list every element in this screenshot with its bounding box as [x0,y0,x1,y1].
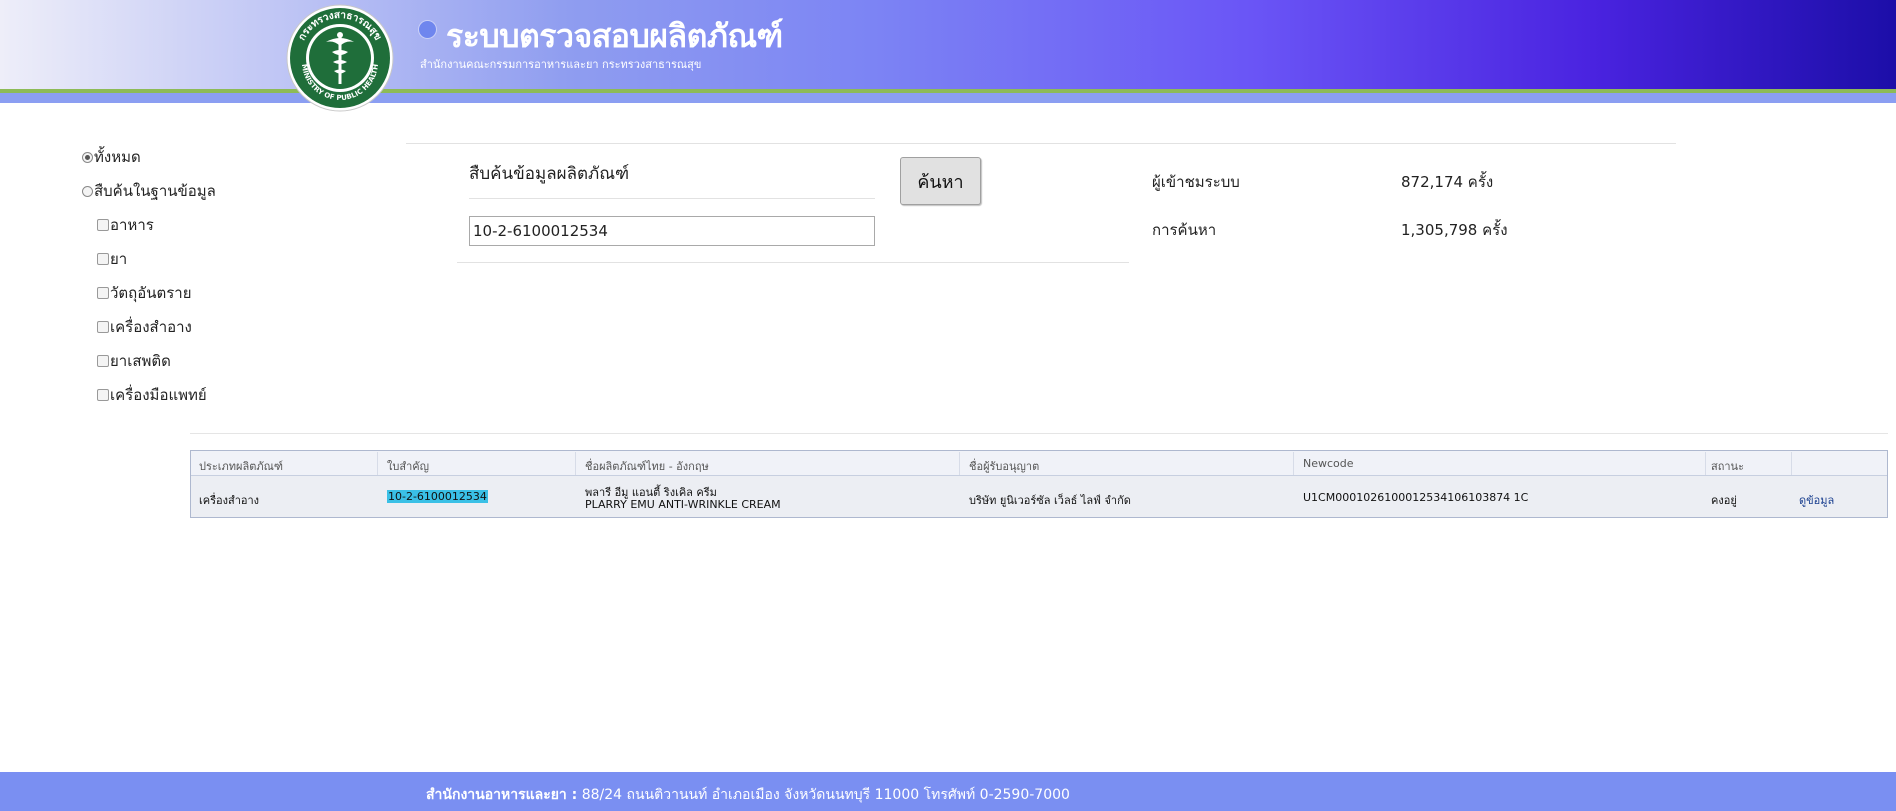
column-divider [959,452,960,475]
ministry-logo: กระทรวงสาธารณสุข MINISTRY OF PUBLIC HEAL… [286,4,394,112]
radio-all-label: ทั้งหมด [94,148,141,166]
search-bottom-divider [457,262,1129,263]
results-table: ประเภทผลิตภัณฑ์ ใบสำคัญ ชื่อผลิตภัณฑ์ไทย… [190,450,1888,518]
checkbox-cosmetics[interactable]: เครื่องสำอาง [97,315,192,339]
column-divider [1791,452,1792,475]
checkbox-drug[interactable]: ยา [97,247,127,271]
checkbox-hazardous-label: วัตถุอันตราย [110,284,192,302]
page-subtitle: สำนักงานคณะกรรมการอาหารและยา กระทรวงสาธา… [420,58,702,71]
column-header-status: สถานะ [1711,460,1744,473]
checkbox-food-label: อาหาร [110,216,154,234]
radio-database[interactable] [82,185,93,197]
column-header-licensee: ชื่อผู้รับอนุญาต [969,460,1040,473]
results-table-header: ประเภทผลิตภัณฑ์ ใบสำคัญ ชื่อผลิตภัณฑ์ไทย… [191,451,1887,476]
column-header-product-name: ชื่อผลิตภัณฑ์ไทย - อังกฤษ [585,460,709,473]
cell-status: คงอยู่ [1711,494,1737,507]
checkbox-medical-devices-box[interactable] [97,389,109,401]
checkbox-medical-devices-label: เครื่องมือแพทย์ [110,386,207,404]
radio-option-database[interactable]: สืบค้นในฐานข้อมูล [82,179,216,203]
checkbox-hazardous[interactable]: วัตถุอันตราย [97,281,192,305]
results-divider [190,433,1888,434]
checkbox-cosmetics-label: เครื่องสำอาง [110,318,192,336]
column-divider [575,452,576,475]
visitors-label: ผู้เข้าชมระบบ [1152,173,1240,191]
checkbox-narcotics-label: ยาเสพติด [110,352,171,370]
checkbox-drug-box[interactable] [97,253,109,265]
visitors-value: 872,174 ครั้ง [1401,173,1494,191]
cell-type: เครื่องสำอาง [199,494,260,507]
footer-org: สำนักงานอาหารและยา : [426,787,578,803]
cell-license: 10-2-6100012534 [387,490,488,503]
footer: สำนักงานอาหารและยา : 88/24 ถนนติวานนท์ อ… [0,772,1896,811]
search-button[interactable]: ค้นหา [900,157,981,205]
footer-address: 88/24 ถนนติวานนท์ อำเภอเมือง จังหวัดนนทบ… [581,787,1070,803]
checkbox-drug-label: ยา [110,250,128,268]
radio-all[interactable] [82,151,93,163]
header-banner [0,0,1896,90]
radio-option-all[interactable]: ทั้งหมด [82,145,141,169]
radio-database-label: สืบค้นในฐานข้อมูล [94,182,216,200]
search-title: สืบค้นข้อมูลผลิตภัณฑ์ [469,164,630,184]
checkbox-narcotics[interactable]: ยาเสพติด [97,349,171,373]
cell-licensee: บริษัท ยูนิเวอร์ซัล เว็ลธ์ ไลฟ์ จำกัด [969,494,1131,507]
column-divider [1705,452,1706,475]
checkbox-medical-devices[interactable]: เครื่องมือแพทย์ [97,383,207,407]
checkbox-cosmetics-box[interactable] [97,321,109,333]
view-details-link[interactable]: ดูข้อมูล [1799,491,1834,509]
title-bullet-icon [419,21,436,38]
column-divider [377,452,378,475]
column-divider [1293,452,1294,475]
checkbox-food-box[interactable] [97,219,109,231]
checkbox-narcotics-box[interactable] [97,355,109,367]
page: กระทรวงสาธารณสุข MINISTRY OF PUBLIC HEAL… [0,0,1896,811]
cell-name-en: PLARRY EMU ANTI-WRINKLE CREAM [585,498,781,511]
column-header-license: ใบสำคัญ [387,460,429,473]
column-header-newcode: Newcode [1303,457,1354,470]
checkbox-hazardous-box[interactable] [97,287,109,299]
search-input[interactable] [469,216,875,246]
footer-text: สำนักงานอาหารและยา : 88/24 ถนนติวานนท์ อ… [426,784,1070,806]
search-title-divider [469,198,875,199]
searches-value: 1,305,798 ครั้ง [1401,221,1508,239]
search-section-divider [406,143,1676,144]
header-divider-blue [0,93,1896,103]
checkbox-food[interactable]: อาหาร [97,213,154,237]
cell-newcode: U1CM0001026100012534106103874 1C [1303,491,1529,504]
searches-label: การค้นหา [1152,221,1217,239]
column-header-type: ประเภทผลิตภัณฑ์ [199,460,283,473]
